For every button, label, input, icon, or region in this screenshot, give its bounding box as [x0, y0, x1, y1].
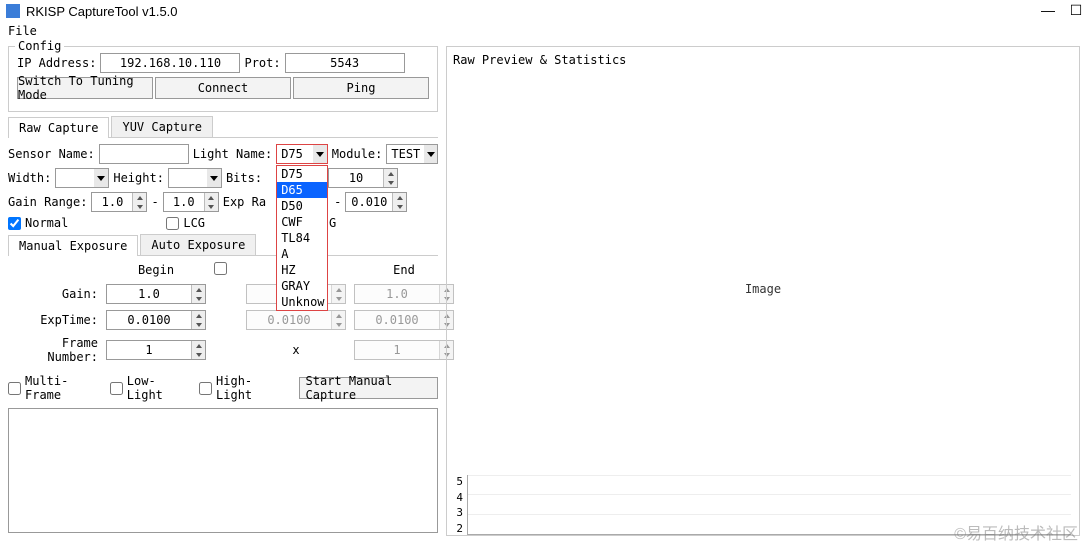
exp-range-label: Exp Ra	[223, 195, 266, 209]
light-combo[interactable]: D75 D75 D65 D50 CWF TL84 A HZ GRAY Unkno…	[276, 144, 328, 164]
maximize-button[interactable]: ☐	[1068, 2, 1084, 19]
module-value: TEST	[387, 147, 424, 161]
image-preview: Image	[455, 69, 1071, 509]
frame-end-spin	[354, 340, 454, 360]
ip-label: IP Address:	[17, 56, 96, 70]
gain-lo-spin[interactable]	[91, 192, 147, 212]
exptime-row-label: ExpTime:	[8, 313, 98, 327]
module-label: Module:	[332, 147, 383, 161]
preview-legend: Raw Preview & Statistics	[453, 53, 1073, 67]
minimize-button[interactable]: —	[1040, 2, 1056, 19]
tab-manual-exposure[interactable]: Manual Exposure	[8, 235, 138, 256]
normal-check[interactable]: Normal	[8, 216, 68, 230]
menu-file[interactable]: File	[8, 24, 37, 38]
gain-end-spin	[354, 284, 454, 304]
module-combo[interactable]: TEST	[386, 144, 438, 164]
exposure-tabs: Manual Exposure Auto Exposure	[8, 234, 438, 256]
exp-hi-spin[interactable]	[345, 192, 407, 212]
app-icon	[6, 4, 20, 18]
multi-frame-check[interactable]: Multi-Frame	[8, 374, 92, 402]
light-option[interactable]: D65	[277, 182, 327, 198]
begin-header: Begin	[106, 263, 206, 277]
frame-row-label: Frame Number:	[8, 336, 98, 364]
sensor-input[interactable]	[99, 144, 189, 164]
config-group: Config IP Address: Prot: Switch To Tunin…	[8, 46, 438, 112]
config-legend: Config	[15, 39, 64, 53]
bits-spin[interactable]	[328, 168, 398, 188]
light-dropdown-list: D75 D65 D50 CWF TL84 A HZ GRAY Unknow	[276, 165, 328, 311]
connect-button[interactable]: Connect	[155, 77, 291, 99]
light-option[interactable]: Unknow	[277, 294, 327, 310]
chart-yaxis: 5 4 3 2	[455, 475, 467, 535]
width-combo[interactable]	[55, 168, 109, 188]
light-option[interactable]: D75	[277, 166, 327, 182]
chevron-down-icon	[207, 169, 221, 187]
height-combo[interactable]	[168, 168, 222, 188]
high-light-check[interactable]: High-Light	[199, 374, 277, 402]
sensor-label: Sensor Name:	[8, 147, 95, 161]
light-option[interactable]: GRAY	[277, 278, 327, 294]
gain-row-label: Gain:	[8, 287, 98, 301]
ip-input[interactable]	[100, 53, 240, 73]
prot-input[interactable]	[285, 53, 405, 73]
preview-group: Raw Preview & Statistics Image 5 4 3 2	[446, 46, 1080, 536]
chevron-down-icon	[424, 145, 437, 163]
light-option[interactable]: HZ	[277, 262, 327, 278]
light-option[interactable]: D50	[277, 198, 327, 214]
exptime-step-spin	[246, 310, 346, 330]
width-label: Width:	[8, 171, 51, 185]
window-title: RKISP CaptureTool v1.5.0	[26, 4, 178, 19]
light-option[interactable]: TL84	[277, 230, 327, 246]
gain-hi-spin[interactable]	[163, 192, 219, 212]
light-selected: D75	[277, 147, 313, 161]
start-capture-button[interactable]: Start Manual Capture	[299, 377, 438, 399]
lcg-check[interactable]: LCG	[166, 216, 205, 230]
capture-tabs: Raw Capture YUV Capture	[8, 116, 438, 138]
tab-raw-capture[interactable]: Raw Capture	[8, 117, 109, 138]
step-check[interactable]	[214, 262, 227, 275]
output-textarea[interactable]	[8, 408, 438, 533]
switch-tuning-button[interactable]: Switch To Tuning Mode	[17, 77, 153, 99]
prot-label: Prot:	[244, 56, 280, 70]
tab-auto-exposure[interactable]: Auto Exposure	[140, 234, 256, 255]
light-option[interactable]: CWF	[277, 214, 327, 230]
end-header: End	[354, 263, 454, 277]
light-option[interactable]: A	[277, 246, 327, 262]
exptime-begin-spin[interactable]	[106, 310, 206, 330]
bits-label: Bits:	[226, 171, 262, 185]
frame-begin-spin[interactable]	[106, 340, 206, 360]
height-label: Height:	[113, 171, 164, 185]
ping-button[interactable]: Ping	[293, 77, 429, 99]
gain-range-label: Gain Range:	[8, 195, 87, 209]
watermark: ©易百纳技术社区	[954, 520, 1078, 544]
chevron-down-icon	[94, 169, 108, 187]
exptime-end-spin	[354, 310, 454, 330]
light-label: Light Name:	[193, 147, 272, 161]
tab-yuv-capture[interactable]: YUV Capture	[111, 116, 212, 137]
chevron-down-icon	[313, 145, 327, 163]
gain-begin-spin[interactable]	[106, 284, 206, 304]
low-light-check[interactable]: Low-Light	[110, 374, 181, 402]
frame-x: x	[246, 343, 346, 357]
